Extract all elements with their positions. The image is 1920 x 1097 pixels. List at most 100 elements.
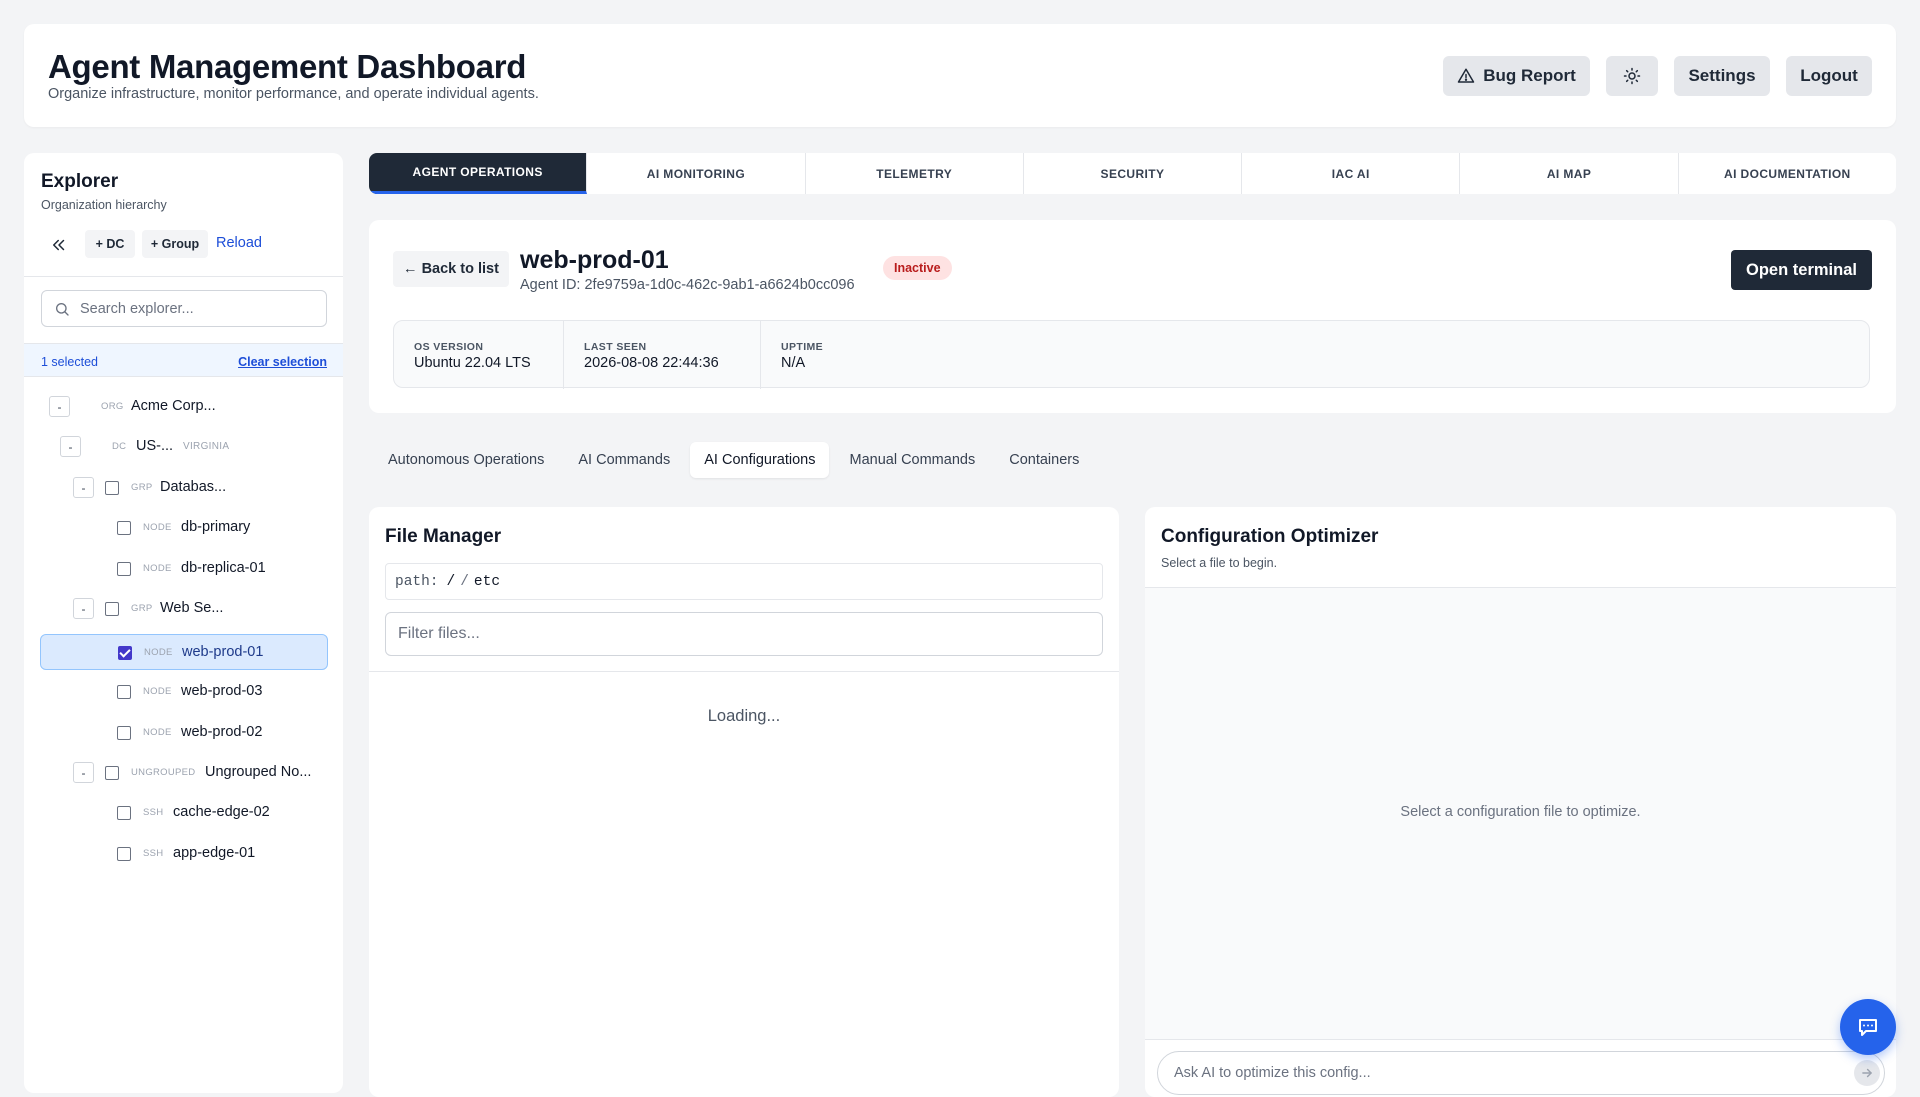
tree-item-group[interactable]: - GRP Web Se... bbox=[24, 591, 343, 627]
tree-item-type: DC bbox=[112, 441, 127, 452]
tree-item-label: US-... bbox=[136, 438, 174, 454]
path-separator: / bbox=[460, 573, 469, 590]
subtab-manual-commands[interactable]: Manual Commands bbox=[835, 442, 989, 478]
loading-text: Loading... bbox=[707, 707, 781, 725]
add-group-button[interactable]: + Group bbox=[142, 230, 208, 258]
agent-name: web-prod-01 bbox=[520, 246, 669, 274]
tree-item-checkbox[interactable] bbox=[118, 646, 132, 660]
tab-ai-map[interactable]: AI MAP bbox=[1460, 153, 1679, 194]
send-button[interactable] bbox=[1854, 1060, 1880, 1086]
tree-item-type: SSH bbox=[143, 848, 164, 859]
tree-item-ssh[interactable]: SSH cache-edge-02 bbox=[24, 795, 343, 831]
clear-selection-link[interactable]: Clear selection bbox=[238, 355, 327, 369]
explorer-search[interactable] bbox=[41, 290, 327, 327]
subtab-ai-configurations[interactable]: AI Configurations bbox=[690, 442, 830, 478]
tree-item-dc[interactable]: - DC US-... VIRGINIA bbox=[24, 429, 343, 465]
stat-label: LAST SEEN bbox=[584, 341, 647, 353]
add-dc-button[interactable]: + DC bbox=[85, 230, 135, 258]
subtab-containers[interactable]: Containers bbox=[995, 442, 1093, 478]
logout-button[interactable]: Logout bbox=[1786, 56, 1872, 96]
stat-os-version: OS VERSION Ubuntu 22.04 LTS bbox=[394, 321, 563, 389]
bug-report-button[interactable]: Bug Report bbox=[1443, 56, 1590, 96]
subtab-autonomous-operations[interactable]: Autonomous Operations bbox=[374, 442, 558, 478]
tree-item-checkbox[interactable] bbox=[105, 602, 119, 616]
filter-files-field[interactable] bbox=[385, 612, 1103, 656]
tab-agent-operations[interactable]: AGENT OPERATIONS bbox=[369, 153, 588, 194]
tree-item-node[interactable]: NODE db-primary bbox=[24, 510, 343, 546]
tree-item-node-selected[interactable]: NODE web-prod-01 bbox=[40, 634, 328, 670]
reload-link[interactable]: Reload bbox=[216, 235, 262, 251]
path-root[interactable]: / bbox=[447, 574, 456, 590]
tree-item-checkbox[interactable] bbox=[117, 685, 131, 699]
explorer-sidebar: Explorer Organization hierarchy + DC + G… bbox=[24, 153, 343, 1093]
collapse-sidebar-button[interactable] bbox=[46, 232, 72, 258]
chat-fab-button[interactable] bbox=[1840, 999, 1896, 1055]
stat-value: Ubuntu 22.04 LTS bbox=[414, 355, 531, 371]
collapse-toggle[interactable]: - bbox=[73, 598, 94, 619]
chat-icon bbox=[1859, 1019, 1877, 1036]
tree-item-type: NODE bbox=[144, 647, 173, 658]
file-manager-panel: File Manager path: / / etc Loading... bbox=[369, 507, 1119, 1097]
collapse-toggle[interactable]: - bbox=[73, 762, 94, 783]
agent-stats: OS VERSION Ubuntu 22.04 LTS LAST SEEN 20… bbox=[393, 320, 1870, 389]
main-tabs: AGENT OPERATIONS AI MONITORING TELEMETRY… bbox=[369, 153, 1896, 194]
tree-item-label: web-prod-02 bbox=[181, 724, 263, 740]
tree-item-ungrouped[interactable]: - UNGROUPED Ungrouped No... bbox=[24, 755, 343, 791]
tree-item-checkbox[interactable] bbox=[117, 847, 131, 861]
path-segment-etc[interactable]: etc bbox=[474, 574, 500, 590]
ask-ai-field[interactable] bbox=[1157, 1051, 1885, 1095]
divider bbox=[1145, 1039, 1896, 1040]
back-to-list-button[interactable]: ← Back to list bbox=[393, 251, 509, 287]
tree-item-checkbox[interactable] bbox=[105, 481, 119, 495]
selected-count: 1 selected bbox=[41, 355, 98, 369]
explorer-search-input[interactable] bbox=[80, 300, 310, 317]
agent-id: Agent ID: 2fe9759a-1d0c-462c-9ab1-a6624b… bbox=[520, 277, 855, 293]
tree-item-label: Web Se... bbox=[160, 600, 224, 616]
explorer-subtitle: Organization hierarchy bbox=[41, 198, 167, 212]
tree-item-checkbox[interactable] bbox=[117, 726, 131, 740]
tree-item-node[interactable]: NODE db-replica-01 bbox=[24, 551, 343, 587]
tree-item-checkbox[interactable] bbox=[105, 766, 119, 780]
tree-item-label: db-replica-01 bbox=[181, 560, 266, 576]
tree-item-node[interactable]: NODE web-prod-03 bbox=[24, 674, 343, 710]
theme-toggle-button[interactable] bbox=[1606, 56, 1658, 96]
tab-security[interactable]: SECURITY bbox=[1024, 153, 1243, 194]
tree-item-checkbox[interactable] bbox=[117, 521, 131, 535]
tree-item-checkbox[interactable] bbox=[117, 806, 131, 820]
collapse-toggle[interactable]: - bbox=[49, 396, 70, 417]
filter-files-input[interactable] bbox=[398, 625, 1088, 643]
warning-icon bbox=[1457, 68, 1475, 83]
arrow-right-icon bbox=[1862, 1068, 1872, 1078]
open-terminal-button[interactable]: Open terminal bbox=[1731, 250, 1872, 290]
tree-item-group[interactable]: - GRP Databas... bbox=[24, 470, 343, 506]
path-key: path: bbox=[395, 573, 439, 590]
tab-iac-ai[interactable]: IAC AI bbox=[1242, 153, 1461, 194]
ask-ai-input[interactable] bbox=[1174, 1065, 1814, 1081]
tab-ai-documentation[interactable]: AI DOCUMENTATION bbox=[1679, 153, 1896, 194]
tree-item-org[interactable]: - ORG Acme Corp... bbox=[24, 389, 343, 425]
tree-item-type: NODE bbox=[143, 522, 172, 533]
agent-detail-card: ← Back to list web-prod-01 Agent ID: 2fe… bbox=[369, 220, 1896, 413]
settings-button[interactable]: Settings bbox=[1674, 56, 1770, 96]
tree-item-type: NODE bbox=[143, 727, 172, 738]
bug-report-label: Bug Report bbox=[1483, 66, 1576, 85]
collapse-toggle[interactable]: - bbox=[60, 436, 81, 457]
tree-item-type: NODE bbox=[143, 563, 172, 574]
tree-item-region: VIRGINIA bbox=[183, 441, 230, 452]
path-breadcrumb: path: / / etc bbox=[385, 563, 1103, 600]
operation-subtabs: Autonomous Operations AI Commands AI Con… bbox=[374, 442, 1093, 478]
tab-telemetry[interactable]: TELEMETRY bbox=[806, 153, 1024, 194]
page-title: Agent Management Dashboard bbox=[48, 48, 527, 85]
tab-ai-monitoring[interactable]: AI MONITORING bbox=[587, 153, 806, 194]
tree-item-checkbox[interactable] bbox=[117, 562, 131, 576]
tree-item-label: web-prod-01 bbox=[182, 644, 264, 660]
collapse-toggle[interactable]: - bbox=[73, 477, 94, 498]
tree-item-label: Ungrouped No... bbox=[205, 764, 312, 780]
chevrons-left-icon bbox=[53, 239, 65, 251]
tree-item-label: cache-edge-02 bbox=[173, 804, 270, 820]
tree-item-node[interactable]: NODE web-prod-02 bbox=[24, 715, 343, 751]
tree-item-label: db-primary bbox=[181, 519, 251, 535]
stat-last-seen: LAST SEEN 2026-08-08 22:44:36 bbox=[563, 321, 760, 389]
subtab-ai-commands[interactable]: AI Commands bbox=[564, 442, 684, 478]
tree-item-ssh[interactable]: SSH app-edge-01 bbox=[24, 836, 343, 872]
